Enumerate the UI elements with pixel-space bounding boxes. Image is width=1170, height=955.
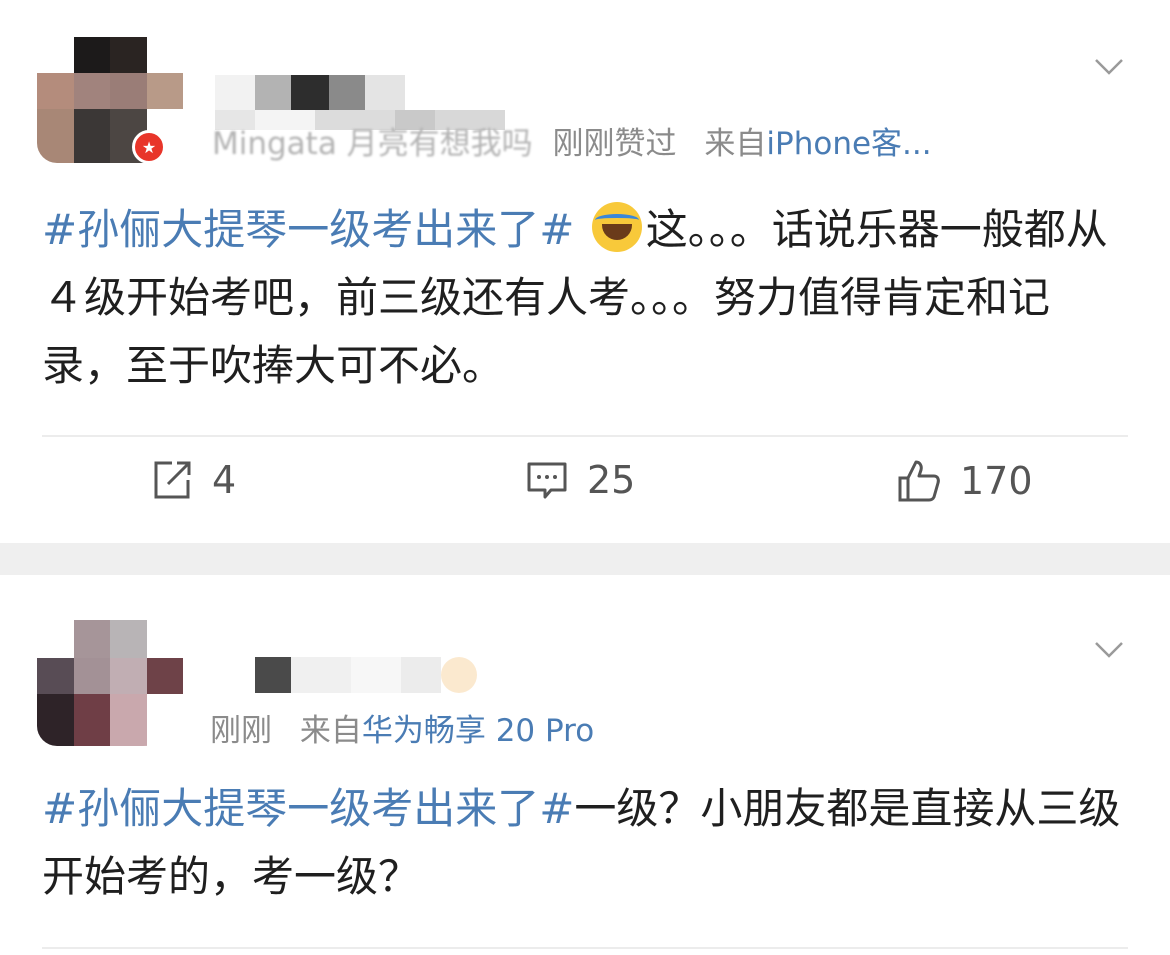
hashtag-link[interactable]: #孙俪大提琴一级考出来了# — [42, 205, 574, 254]
post-text: #孙俪大提琴一级考出来了# 这。。。话说乐器一般都从４级开始考吧，前三级还有人考… — [42, 196, 1132, 400]
user-name[interactable]: Mingata 月亮有想我吗 — [212, 126, 533, 162]
source-prefix: 来自 — [704, 126, 767, 162]
thumbs-up-icon — [898, 460, 940, 502]
source-prefix: 来自 — [299, 713, 362, 749]
post-meta: 刚刚 来自华为畅享 20 Pro — [210, 705, 594, 750]
post-text: #孙俪大提琴一级考出来了#一级？小朋友都是直接从三级开始考的，考一级？ — [42, 775, 1132, 911]
post-meta: Mingata 月亮有想我吗 刚刚赞过 来自iPhone客... — [212, 118, 932, 163]
divider — [42, 435, 1128, 437]
like-button[interactable]: 170 — [896, 458, 1033, 504]
chevron-down-icon[interactable] — [1094, 641, 1124, 659]
post-time: 刚刚 — [210, 713, 272, 749]
action-bar: 4 25 170 — [0, 458, 1170, 518]
liked-status: 刚刚赞过 — [552, 126, 677, 162]
chevron-down-icon[interactable] — [1094, 58, 1124, 76]
repost-icon — [154, 461, 191, 499]
username-blurred[interactable] — [215, 75, 405, 111]
avatar[interactable] — [37, 620, 183, 746]
comment-icon — [527, 462, 567, 499]
repost-button[interactable]: 4 — [150, 458, 236, 502]
laugh-cry-emoji-icon — [591, 202, 642, 252]
divider — [42, 947, 1128, 949]
comment-count: 25 — [587, 458, 636, 502]
username-blurred[interactable] — [255, 657, 477, 693]
card-separator — [0, 543, 1170, 575]
post-source[interactable]: 华为畅享 20 Pro — [362, 713, 594, 749]
post-card-2: 刚刚 来自华为畅享 20 Pro #孙俪大提琴一级考出来了#一级？小朋友都是直接… — [0, 575, 1170, 955]
like-count: 170 — [960, 459, 1033, 503]
comment-button[interactable]: 25 — [525, 458, 635, 502]
hashtag-link[interactable]: #孙俪大提琴一级考出来了# — [42, 784, 574, 833]
post-card-1: ★ Mingata 月亮有想我吗 刚刚赞过 来自iPhone客... #孙俪大提… — [0, 0, 1170, 543]
star-badge-icon: ★ — [132, 130, 166, 164]
post-source[interactable]: iPhone客... — [766, 126, 931, 162]
repost-count: 4 — [212, 458, 237, 502]
